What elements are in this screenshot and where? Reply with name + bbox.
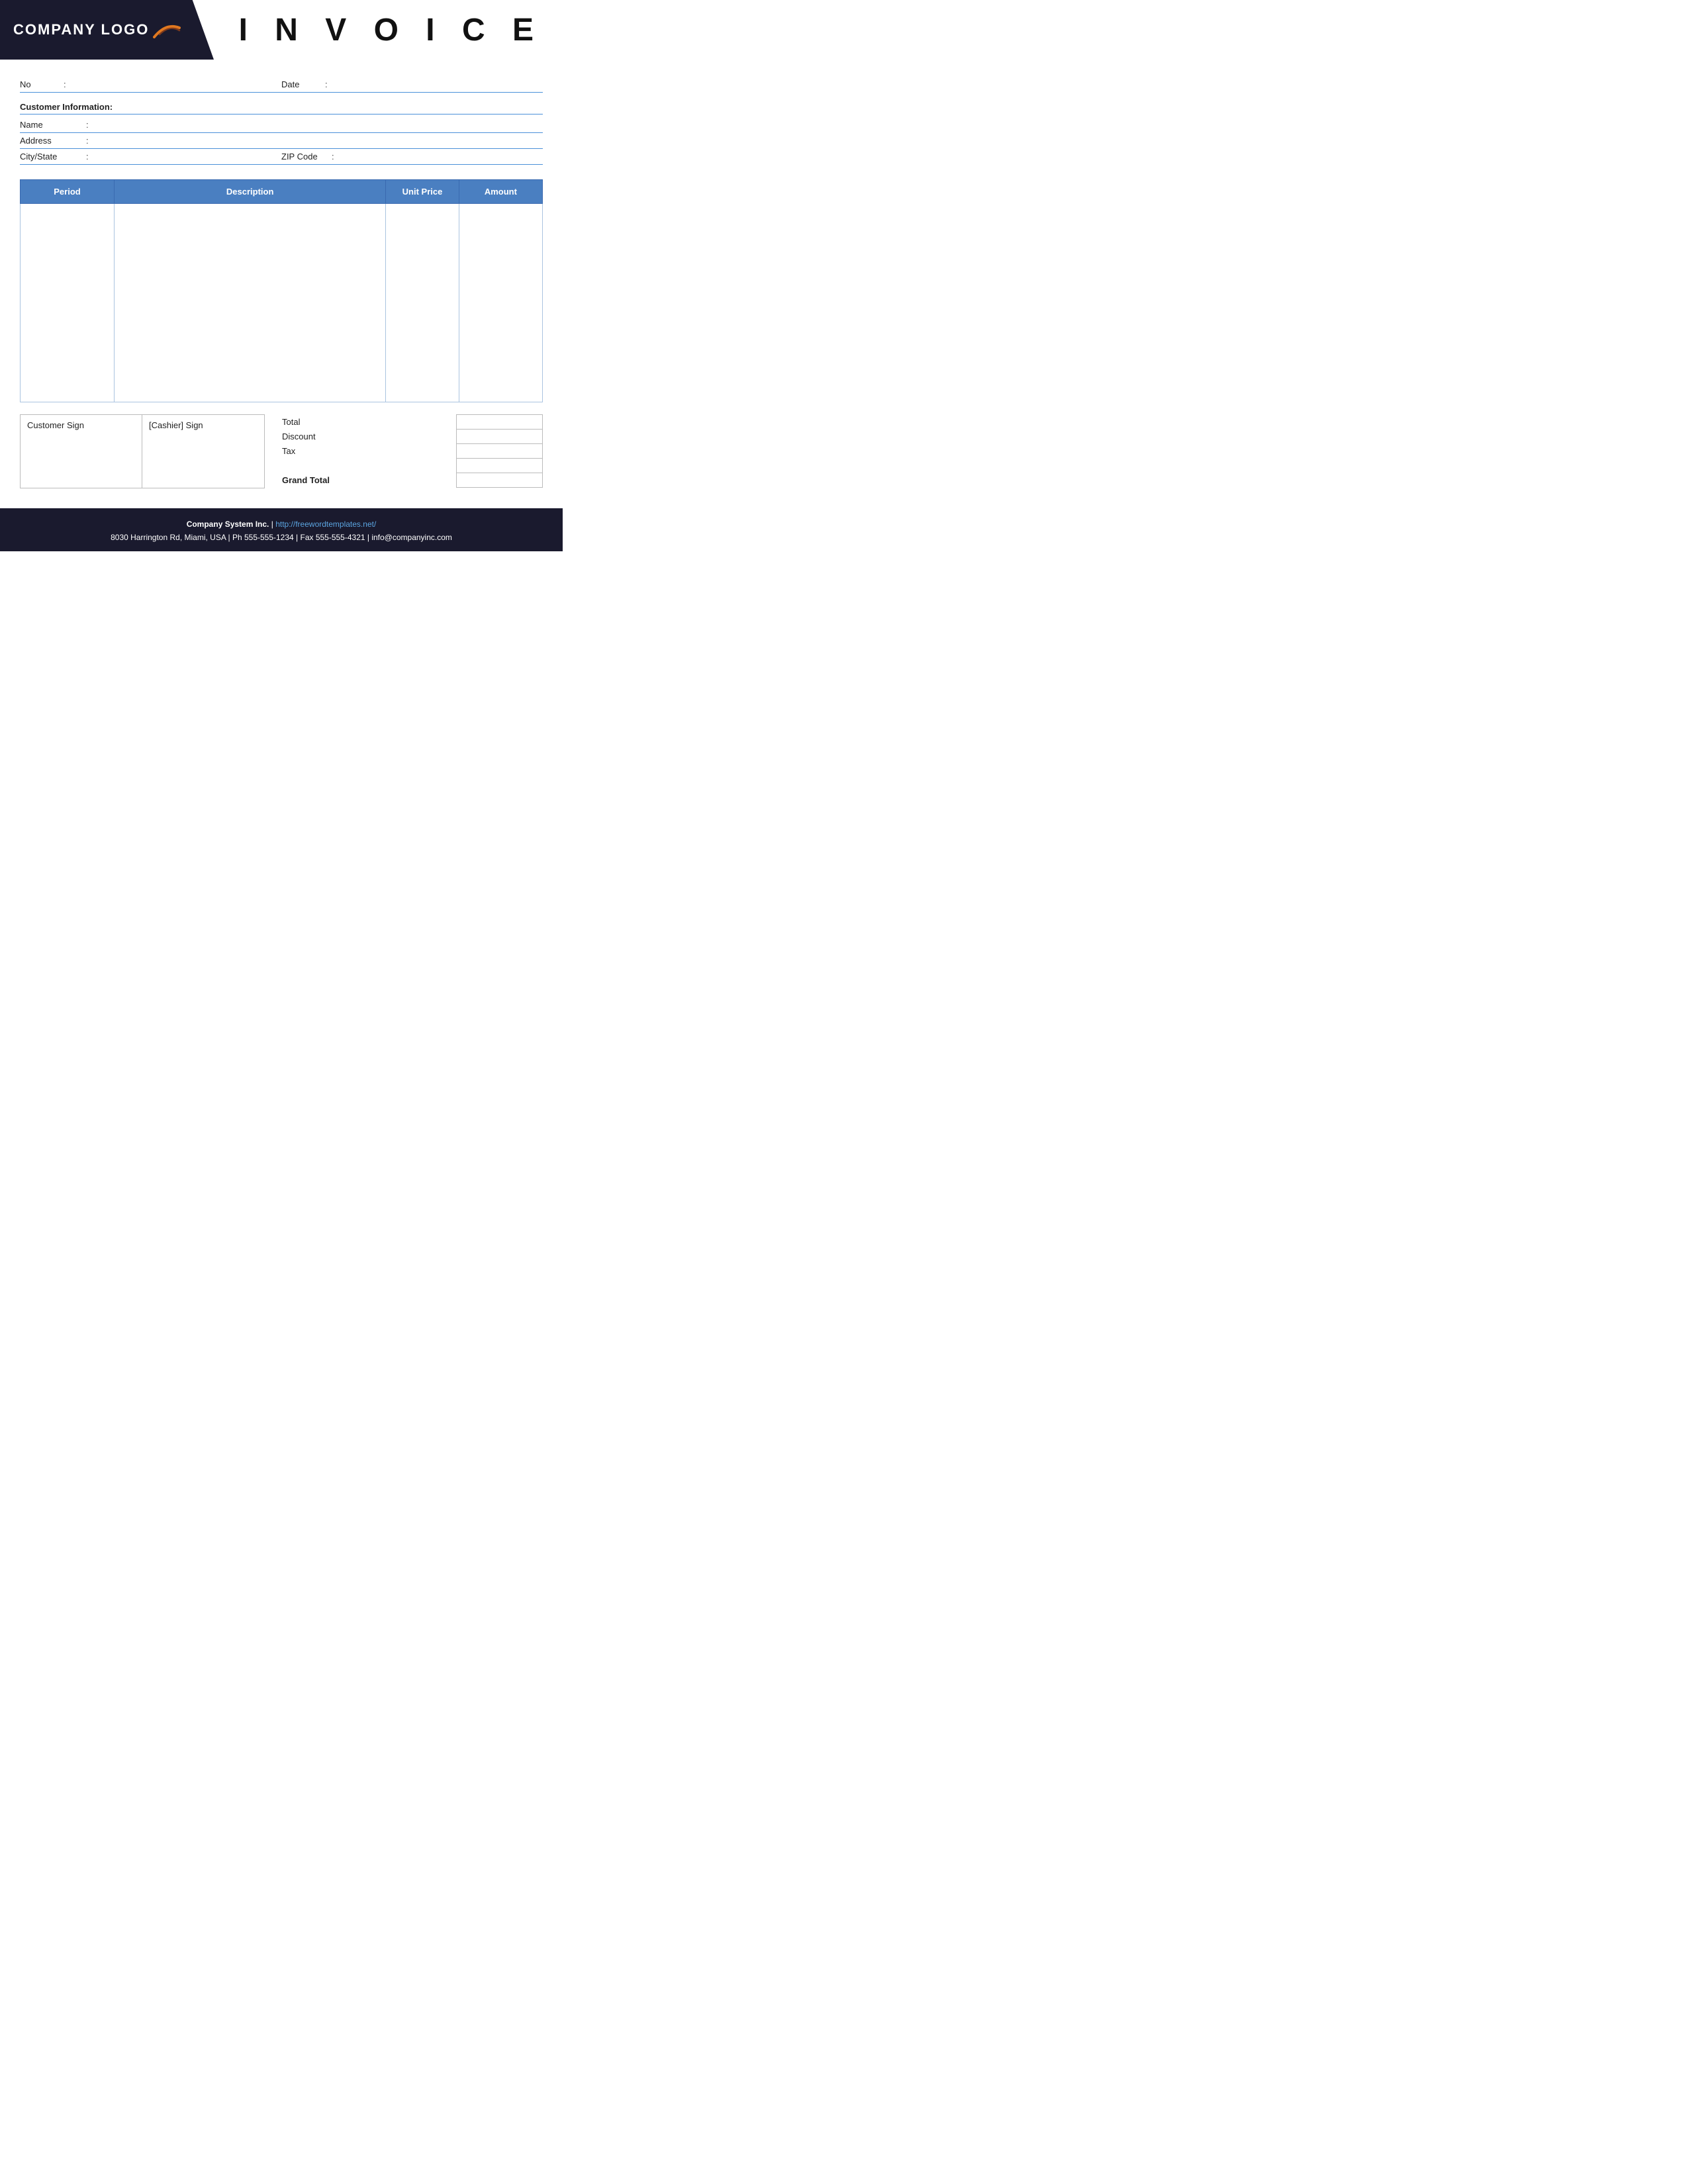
cell-period xyxy=(21,204,115,402)
col-amount: Amount xyxy=(459,180,542,204)
table-header-row: Period Description Unit Price Amount xyxy=(21,180,543,204)
total-value xyxy=(457,415,543,430)
name-colon: : xyxy=(86,120,89,130)
invoice-table: Period Description Unit Price Amount xyxy=(20,179,543,402)
bottom-section: Customer Sign [Cashier] Sign Total Disco… xyxy=(20,414,543,488)
customer-section: Customer Information: Name : Address : C… xyxy=(20,102,543,165)
customer-sign-box: Customer Sign xyxy=(21,415,142,488)
address-colon: : xyxy=(86,136,89,146)
zip-group: ZIP Code : xyxy=(281,152,543,161)
cell-unit-price xyxy=(386,204,459,402)
extra-row xyxy=(278,459,543,473)
discount-value xyxy=(457,430,543,444)
logo-arc-icon xyxy=(153,21,181,38)
meta-row: No : Date : xyxy=(20,79,543,93)
col-description: Description xyxy=(115,180,386,204)
name-label: Name xyxy=(20,120,86,130)
customer-address-row: Address : xyxy=(20,133,543,149)
discount-label: Discount xyxy=(278,430,457,444)
company-logo-text: COMPANY LOGO xyxy=(13,21,149,38)
col-period: Period xyxy=(21,180,115,204)
extra-label xyxy=(278,459,457,473)
discount-row: Discount xyxy=(278,430,543,444)
col-unit-price: Unit Price xyxy=(386,180,459,204)
cashier-sign-label: [Cashier] Sign xyxy=(149,420,203,430)
invoice-title: I N V O I C E xyxy=(239,12,543,48)
date-label: Date xyxy=(281,79,321,89)
footer-line2: 8030 Harrington Rd, Miami, USA | Ph 555-… xyxy=(7,531,556,544)
address-label: Address xyxy=(20,136,86,146)
cell-amount xyxy=(459,204,542,402)
customer-section-title: Customer Information: xyxy=(20,102,543,114)
citystate-label: City/State xyxy=(20,152,86,161)
total-label: Total xyxy=(278,415,457,430)
footer-company-name: Company System Inc. xyxy=(187,520,269,529)
extra-value xyxy=(457,459,543,473)
no-label: No xyxy=(20,79,60,89)
total-row: Total xyxy=(278,415,543,430)
grand-total-row: Grand Total xyxy=(278,473,543,488)
no-colon: : xyxy=(64,79,66,89)
date-field: Date : xyxy=(281,79,543,89)
grand-total-value xyxy=(457,473,543,488)
customer-name-row: Name : xyxy=(20,117,543,133)
tax-label: Tax xyxy=(278,444,457,459)
footer-line1: Company System Inc. | http://freewordtem… xyxy=(7,518,556,531)
cashier-sign-box: [Cashier] Sign xyxy=(142,415,264,488)
totals-table: Total Discount Tax xyxy=(278,414,543,488)
content-area: No : Date : Customer Information: Name :… xyxy=(0,60,563,488)
zip-label: ZIP Code xyxy=(281,152,328,161)
citystate-colon: : xyxy=(86,152,89,161)
page-header: COMPANY LOGO I N V O I C E xyxy=(0,0,563,60)
logo-area: COMPANY LOGO xyxy=(0,0,214,60)
page-footer: Company System Inc. | http://freewordtem… xyxy=(0,508,563,551)
date-colon: : xyxy=(325,79,328,89)
footer-website-link[interactable]: http://freewordtemplates.net/ xyxy=(275,520,376,529)
cell-description xyxy=(115,204,386,402)
table-row xyxy=(21,204,543,402)
invoice-title-area: I N V O I C E xyxy=(214,0,563,60)
tax-value xyxy=(457,444,543,459)
customer-sign-label: Customer Sign xyxy=(27,420,84,430)
customer-citystate-row: City/State : ZIP Code : xyxy=(20,149,543,165)
grand-total-label: Grand Total xyxy=(278,473,457,488)
zip-colon: : xyxy=(332,152,334,161)
totals-area: Total Discount Tax xyxy=(278,414,543,488)
signature-boxes: Customer Sign [Cashier] Sign xyxy=(20,414,265,488)
no-field: No : xyxy=(20,79,281,89)
tax-row: Tax xyxy=(278,444,543,459)
